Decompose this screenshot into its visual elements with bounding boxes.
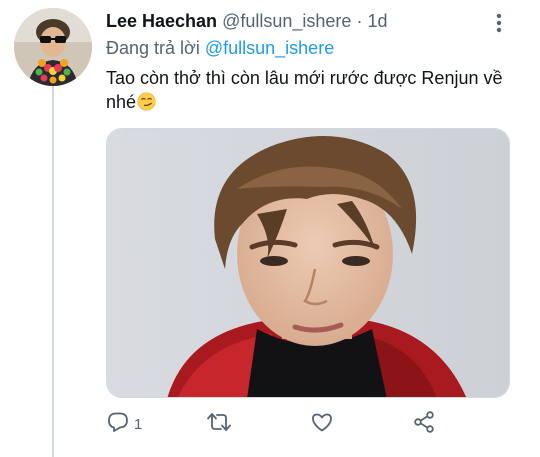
replying-to: Đang trả lời @fullsun_ishere bbox=[106, 37, 334, 59]
thread-line bbox=[52, 86, 54, 457]
tweet-timestamp[interactable]: 1d bbox=[367, 11, 387, 31]
tweet-text-body: Tao còn thở thì còn lâu mới rước được Re… bbox=[106, 68, 503, 112]
user-handle[interactable]: @fullsun_ishere bbox=[222, 11, 351, 31]
tweet-text: Tao còn thở thì còn lâu mới rước được Re… bbox=[106, 66, 516, 114]
tweet-header: Lee Haechan @fullsun_ishere · 1d bbox=[106, 10, 526, 34]
reply-mention-link[interactable]: @fullsun_ishere bbox=[205, 38, 334, 58]
reply-prefix: Đang trả lời bbox=[106, 38, 200, 58]
photo bbox=[107, 129, 509, 397]
more-options-icon[interactable] bbox=[492, 12, 506, 34]
avatar-image bbox=[14, 8, 92, 86]
share-button[interactable] bbox=[412, 408, 436, 440]
separator-dot: · bbox=[356, 11, 363, 31]
share-icon bbox=[412, 410, 436, 438]
avatar[interactable] bbox=[14, 8, 92, 86]
like-button[interactable] bbox=[310, 408, 334, 440]
tweet-actions: 1 bbox=[106, 408, 436, 440]
display-name[interactable]: Lee Haechan bbox=[106, 11, 217, 31]
reply-count: 1 bbox=[134, 415, 143, 433]
retweet-button[interactable] bbox=[206, 408, 232, 440]
smirking-face-emoji bbox=[137, 92, 156, 111]
tweet[interactable]: Lee Haechan @fullsun_ishere · 1d Đang tr… bbox=[0, 0, 540, 457]
reply-button[interactable]: 1 bbox=[106, 408, 142, 440]
heart-icon bbox=[310, 410, 334, 438]
tweet-media-image[interactable] bbox=[106, 128, 510, 398]
retweet-icon bbox=[206, 410, 232, 438]
reply-icon bbox=[106, 410, 130, 438]
